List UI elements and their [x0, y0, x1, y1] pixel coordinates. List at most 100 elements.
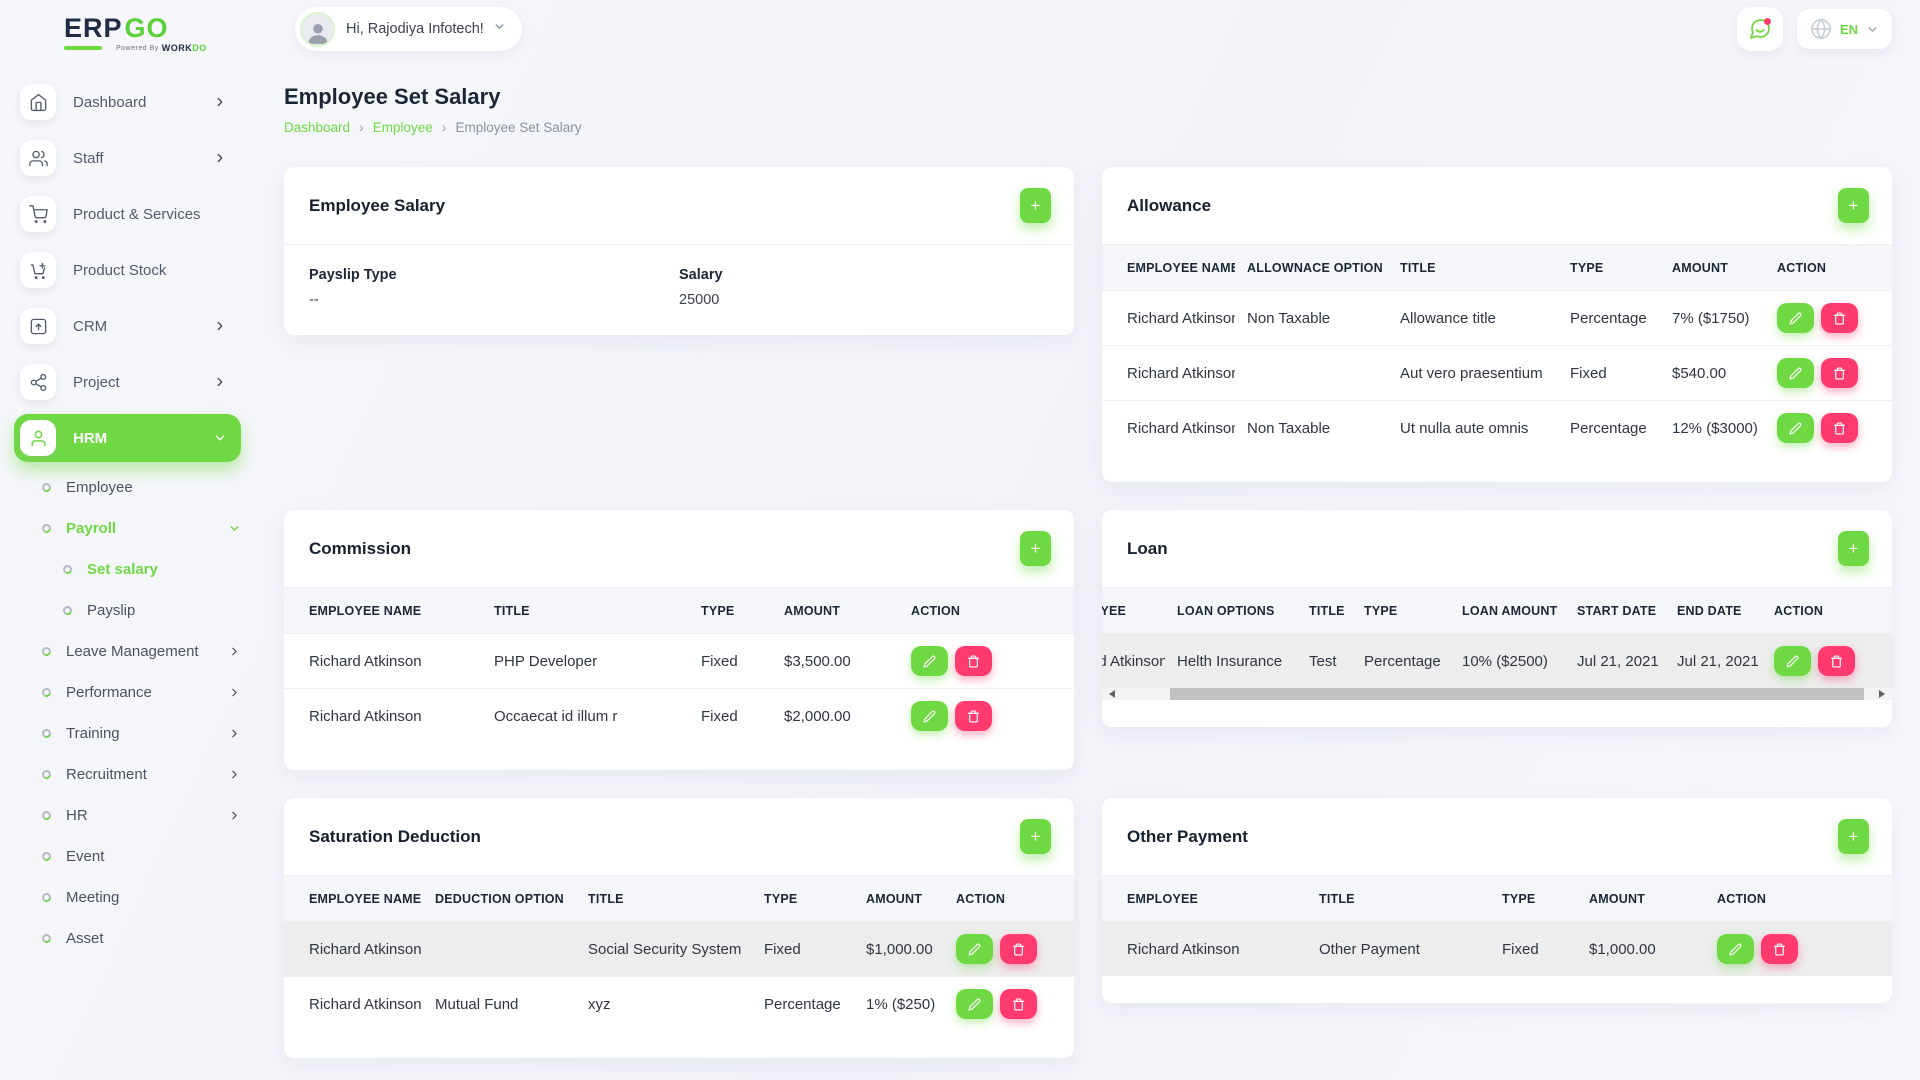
column-header: TYPE: [1352, 588, 1450, 634]
delete-button[interactable]: [1000, 989, 1037, 1019]
add-saturation-deduction-button[interactable]: +: [1020, 819, 1051, 854]
delete-button[interactable]: [1818, 646, 1855, 676]
cell: $540.00: [1660, 346, 1765, 401]
edit-button[interactable]: [1777, 303, 1814, 333]
pencil-icon: [1789, 312, 1802, 325]
cell: Jul 21, 2021: [1565, 634, 1665, 689]
topbar: ERPGO Powered By WORKDO Hi, Rajodiya Inf…: [0, 0, 1920, 58]
breadcrumb-link-employee[interactable]: Employee: [373, 120, 433, 135]
sidebar-item-dashboard[interactable]: Dashboard: [14, 78, 241, 126]
cell: Richard Atkinson: [1102, 922, 1307, 977]
edit-button[interactable]: [1777, 413, 1814, 443]
edit-button[interactable]: [1777, 358, 1814, 388]
horizontal-scrollbar[interactable]: [1102, 688, 1892, 700]
column-header: ACTION: [1762, 588, 1892, 634]
delete-button[interactable]: [955, 701, 992, 731]
column-header: EMPLOYEE: [1102, 588, 1165, 634]
cell: [423, 922, 576, 977]
column-header: LOAN AMOUNT: [1450, 588, 1565, 634]
table-row: Richard Atkinson Other Payment Fixed $1,…: [1102, 922, 1892, 977]
edit-button[interactable]: [911, 701, 948, 731]
erpgo-logo[interactable]: ERPGO Powered By WORKDO: [0, 5, 255, 53]
chevron-right-icon: [213, 151, 227, 165]
messenger-button[interactable]: [1737, 7, 1783, 51]
column-header: TITLE: [576, 876, 752, 922]
chevron-right-icon: [213, 319, 227, 333]
sidebar-item-product-stock[interactable]: Product Stock: [14, 246, 241, 294]
logo-go-text: GO: [125, 13, 169, 43]
sidebar-subitem-recruitment[interactable]: Recruitment: [42, 757, 241, 791]
home-icon: [20, 84, 56, 120]
column-header: AMOUNT: [1577, 876, 1705, 922]
sidebar-subitem-asset[interactable]: Asset: [42, 921, 241, 955]
column-header: TITLE: [1307, 876, 1490, 922]
card-title: Saturation Deduction: [309, 827, 481, 847]
globe-icon: [1810, 18, 1832, 40]
column-header: TYPE: [1558, 245, 1660, 291]
breadcrumb-link-dashboard[interactable]: Dashboard: [284, 120, 350, 135]
table-row: Richard Atkinson Non Taxable Ut nulla au…: [1102, 401, 1892, 456]
language-selector[interactable]: EN: [1797, 9, 1892, 49]
scroll-left-arrow-icon[interactable]: [1109, 690, 1115, 698]
sidebar-subitem-payroll[interactable]: Payroll: [42, 511, 241, 545]
sidebar-subitem-hr[interactable]: HR: [42, 798, 241, 832]
sidebar-subitem-meeting[interactable]: Meeting: [42, 880, 241, 914]
edit-button[interactable]: [956, 989, 993, 1019]
breadcrumb-current: Employee Set Salary: [455, 120, 581, 135]
chevron-right-icon: [228, 768, 241, 781]
cell: Richard Atkinson: [1102, 291, 1235, 346]
sidebar-subitem-leave-management[interactable]: Leave Management: [42, 634, 241, 668]
cell: Aut vero praesentium: [1388, 346, 1558, 401]
commission-card: Commission + EMPLOYEE NAME TITLE TYPE AM…: [284, 510, 1074, 770]
sidebar-item-hrm[interactable]: HRM: [14, 414, 241, 462]
loan-table-scroll-area[interactable]: EMPLOYEE LOAN OPTIONS TITLE TYPE LOAN AM…: [1102, 588, 1892, 688]
sidebar-item-staff[interactable]: Staff: [14, 134, 241, 182]
delete-button[interactable]: [1000, 934, 1037, 964]
page-title: Employee Set Salary: [284, 84, 1892, 110]
delete-button[interactable]: [1761, 934, 1798, 964]
cell: Social Security System: [576, 922, 752, 977]
cart-plus-icon: [20, 252, 56, 288]
user-greeting: Hi, Rajodiya Infotech!: [346, 21, 484, 37]
scrollbar-thumb[interactable]: [1170, 688, 1864, 700]
delete-button[interactable]: [1821, 413, 1858, 443]
sidebar-subitem-employee[interactable]: Employee: [42, 470, 241, 504]
trash-icon: [967, 655, 980, 668]
sidebar-item-product-services[interactable]: Product & Services: [14, 190, 241, 238]
card-title: Other Payment: [1127, 827, 1248, 847]
sidebar-subitem-performance[interactable]: Performance: [42, 675, 241, 709]
add-other-payment-button[interactable]: +: [1838, 819, 1869, 854]
add-allowance-button[interactable]: +: [1838, 188, 1869, 223]
edit-button[interactable]: [1717, 934, 1754, 964]
sidebar-subitem-event[interactable]: Event: [42, 839, 241, 873]
cell: Allowance title: [1388, 291, 1558, 346]
sidebar-item-label: CRM: [73, 318, 213, 335]
trash-icon: [1833, 422, 1846, 435]
chevron-down-icon: [228, 522, 241, 535]
add-loan-button[interactable]: +: [1838, 531, 1869, 566]
user-menu[interactable]: Hi, Rajodiya Infotech!: [295, 7, 522, 51]
add-commission-button[interactable]: +: [1020, 531, 1051, 566]
chevron-down-icon: [213, 431, 227, 445]
delete-button[interactable]: [955, 646, 992, 676]
column-header: TYPE: [752, 876, 854, 922]
sidebar-subitem-training[interactable]: Training: [42, 716, 241, 750]
chevron-right-icon: [228, 809, 241, 822]
sidebar-subitem-set-salary[interactable]: Set salary: [63, 552, 241, 586]
column-header: AMOUNT: [854, 876, 944, 922]
edit-button[interactable]: [911, 646, 948, 676]
add-employee-salary-button[interactable]: +: [1020, 188, 1051, 223]
sidebar-item-crm[interactable]: CRM: [14, 302, 241, 350]
payslip-type-field: Payslip Type --: [309, 267, 679, 308]
cell: Non Taxable: [1235, 401, 1388, 456]
sidebar-subitem-payslip[interactable]: Payslip: [63, 593, 241, 627]
cell: Richard Atkinson: [284, 689, 482, 744]
sidebar-item-project[interactable]: Project: [14, 358, 241, 406]
field-value: 25000: [679, 292, 1049, 308]
delete-button[interactable]: [1821, 358, 1858, 388]
edit-button[interactable]: [956, 934, 993, 964]
delete-button[interactable]: [1821, 303, 1858, 333]
subitem-label: Payroll: [66, 520, 228, 537]
edit-button[interactable]: [1774, 646, 1811, 676]
scroll-right-arrow-icon[interactable]: [1879, 690, 1885, 698]
